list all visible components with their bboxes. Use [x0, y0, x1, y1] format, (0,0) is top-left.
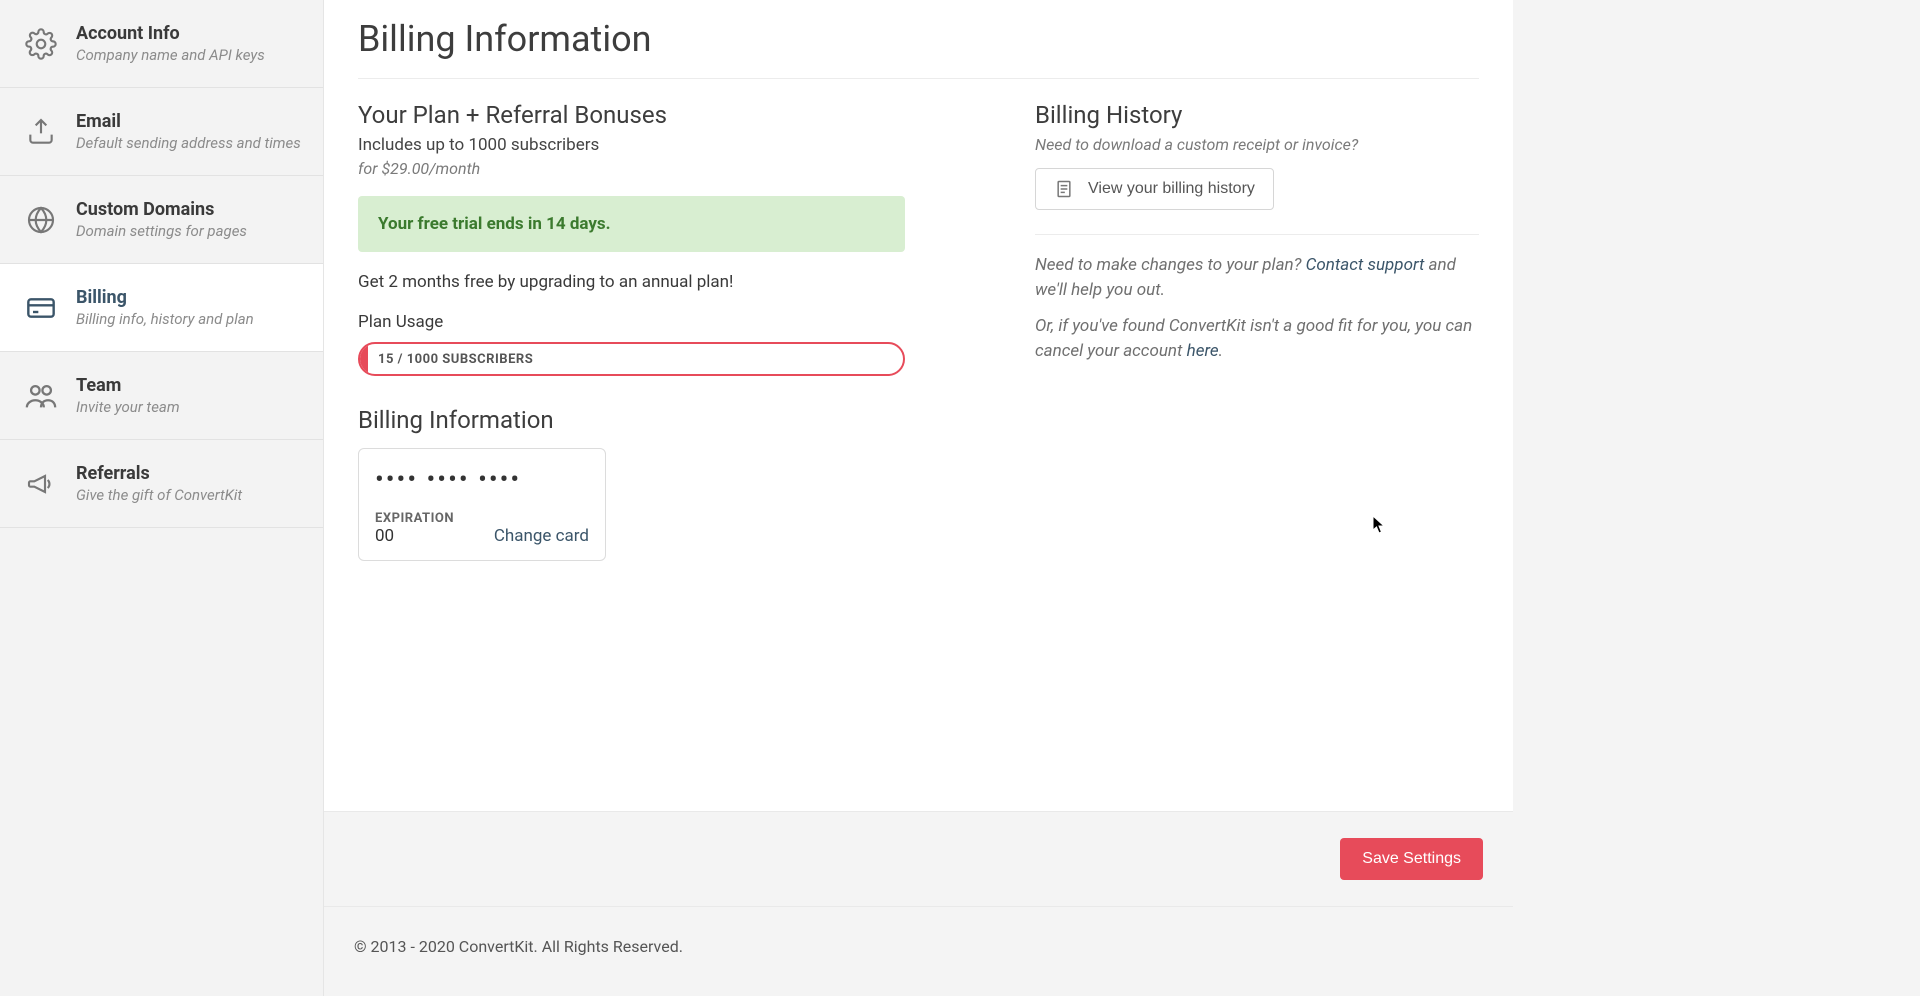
megaphone-icon — [24, 467, 58, 501]
payment-card-box: •••• •••• •••• EXPIRATION 00 Change card — [358, 448, 606, 561]
card-expiration-value: 00 — [375, 526, 454, 546]
sidebar-item-account-info[interactable]: Account Info Company name and API keys — [0, 0, 323, 88]
receipt-icon — [1054, 179, 1074, 199]
view-billing-history-label: View your billing history — [1088, 180, 1255, 198]
actions-bar: Save Settings — [324, 811, 1513, 906]
footer-copyright: © 2013 - 2020 ConvertKit. All Rights Res… — [324, 906, 1513, 996]
settings-sidebar: Account Info Company name and API keys E… — [0, 0, 324, 996]
plan-usage-label: Plan Usage — [358, 312, 905, 332]
billing-history-heading: Billing History — [1035, 101, 1479, 129]
main-content: Billing Information Your Plan + Referral… — [324, 0, 1513, 996]
card-icon — [24, 291, 58, 325]
sidebar-item-label: Referrals — [76, 463, 242, 484]
sidebar-item-sublabel: Give the gift of ConvertKit — [76, 486, 242, 504]
sidebar-item-email[interactable]: Email Default sending address and times — [0, 88, 323, 176]
trial-alert: Your free trial ends in 14 days. — [358, 196, 905, 252]
view-billing-history-button[interactable]: View your billing history — [1035, 168, 1274, 210]
plan-includes: Includes up to 1000 subscribers — [358, 135, 905, 155]
sidebar-item-sublabel: Billing info, history and plan — [76, 310, 254, 328]
plan-usage-bar: 15 / 1000 SUBSCRIBERS — [358, 342, 905, 376]
contact-support-link[interactable]: Contact support — [1306, 255, 1425, 275]
change-card-link[interactable]: Change card — [494, 526, 589, 546]
change-plan-paragraph: Need to make changes to your plan? Conta… — [1035, 253, 1479, 302]
gear-icon — [24, 27, 58, 61]
cancel-suffix: . — [1219, 341, 1223, 361]
globe-icon — [24, 203, 58, 237]
card-expiration-label: EXPIRATION — [375, 511, 454, 526]
sidebar-item-label: Team — [76, 375, 180, 396]
change-plan-prefix: Need to make changes to your plan? — [1035, 255, 1306, 275]
cancel-account-paragraph: Or, if you've found ConvertKit isn't a g… — [1035, 314, 1479, 363]
save-settings-button[interactable]: Save Settings — [1340, 838, 1483, 880]
plan-heading: Your Plan + Referral Bonuses — [358, 101, 905, 129]
sidebar-item-sublabel: Default sending address and times — [76, 134, 301, 152]
upload-icon — [24, 115, 58, 149]
cancel-prefix: Or, if you've found ConvertKit isn't a g… — [1035, 316, 1472, 361]
plan-price: for $29.00/month — [358, 159, 905, 178]
sidebar-item-sublabel: Invite your team — [76, 398, 180, 416]
plan-usage-text: 15 / 1000 SUBSCRIBERS — [360, 352, 533, 367]
cancel-account-link[interactable]: here — [1187, 341, 1219, 361]
sidebar-item-sublabel: Company name and API keys — [76, 46, 265, 64]
sidebar-item-team[interactable]: Team Invite your team — [0, 352, 323, 440]
sidebar-item-label: Account Info — [76, 23, 265, 44]
sidebar-item-custom-domains[interactable]: Custom Domains Domain settings for pages — [0, 176, 323, 264]
divider — [1035, 234, 1479, 235]
page-title: Billing Information — [358, 18, 1479, 79]
sidebar-item-billing[interactable]: Billing Billing info, history and plan — [0, 264, 323, 352]
sidebar-item-label: Billing — [76, 287, 254, 308]
annual-upsell: Get 2 months free by upgrading to an ann… — [358, 272, 905, 292]
sidebar-item-label: Email — [76, 111, 301, 132]
team-icon — [24, 379, 58, 413]
sidebar-item-referrals[interactable]: Referrals Give the gift of ConvertKit — [0, 440, 323, 528]
card-masked-number: •••• •••• •••• — [375, 467, 589, 493]
billing-info-heading: Billing Information — [358, 406, 905, 434]
sidebar-item-label: Custom Domains — [76, 199, 247, 220]
billing-history-sub: Need to download a custom receipt or inv… — [1035, 135, 1479, 154]
sidebar-item-sublabel: Domain settings for pages — [76, 222, 247, 240]
